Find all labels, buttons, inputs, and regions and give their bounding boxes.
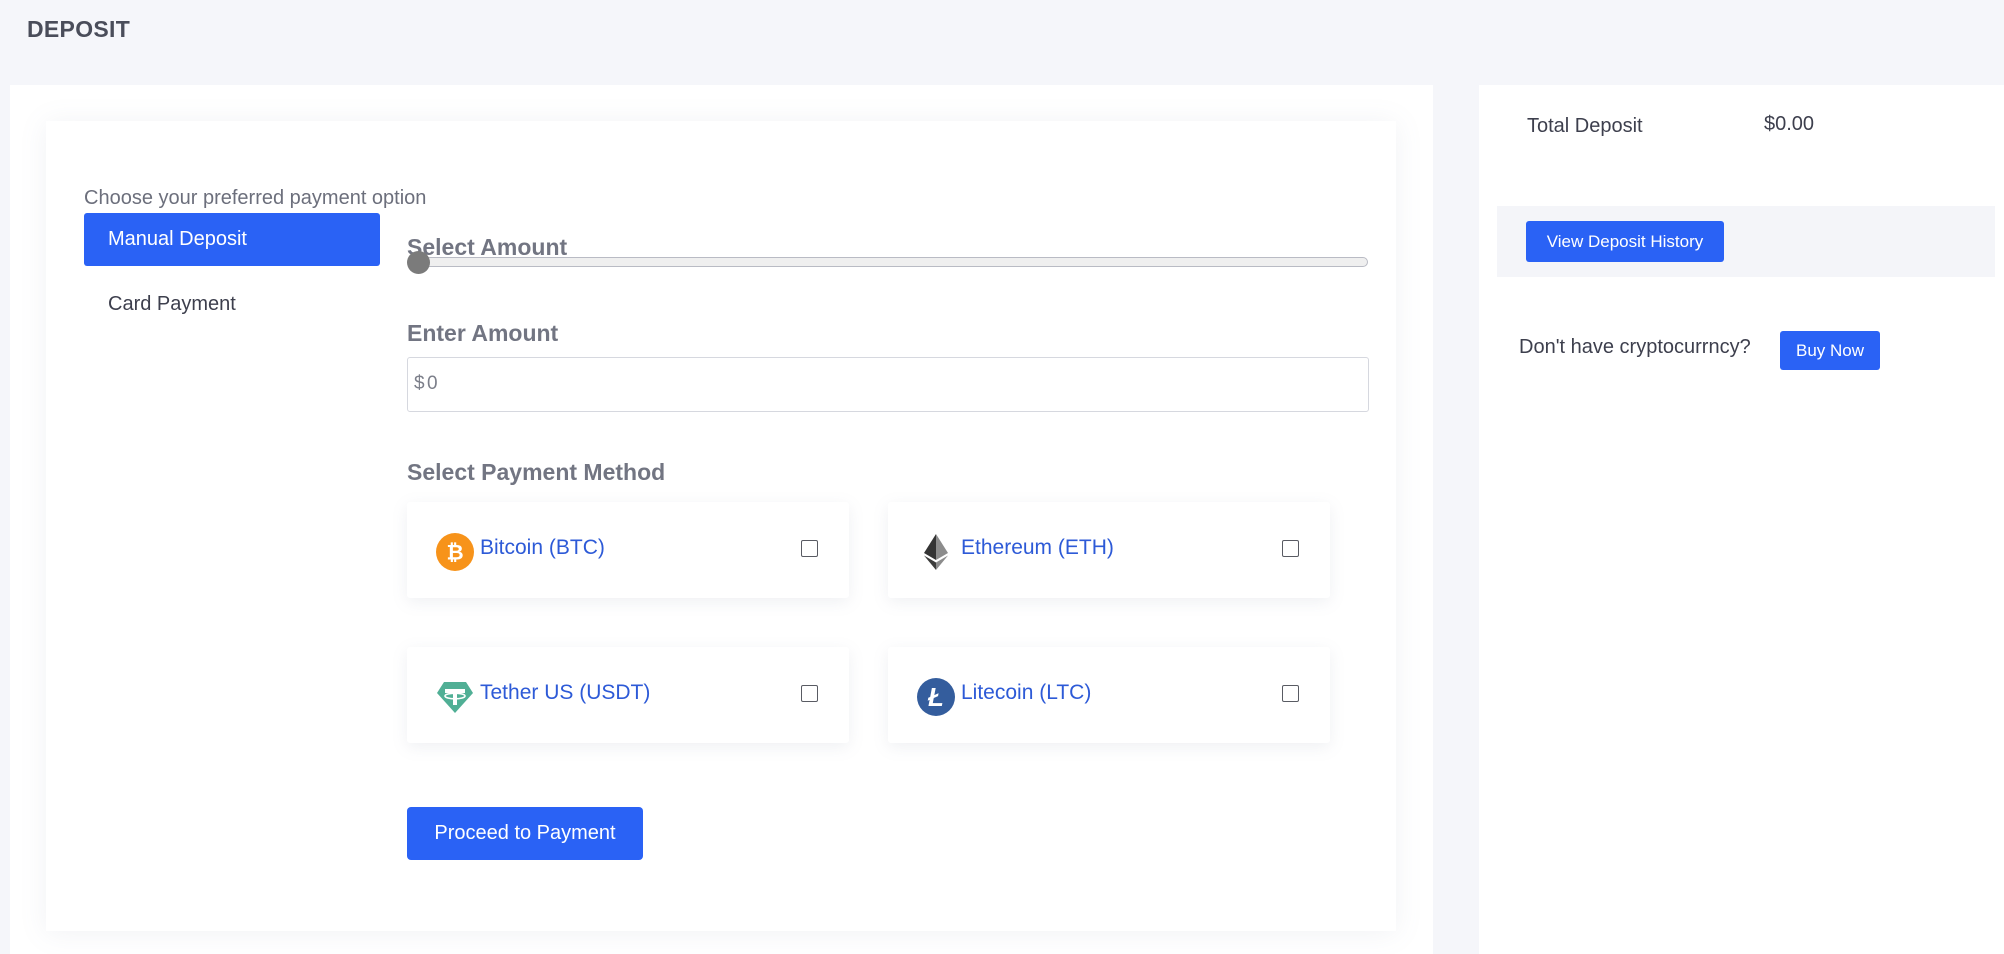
history-bar: View Deposit History [1497,206,1995,277]
currency-prefix: $ [414,373,425,394]
bitcoin-icon: ₿ [436,533,474,571]
method-name: Bitcoin (BTC) [480,536,605,559]
ethereum-checkbox[interactable] [1282,540,1299,557]
litecoin-icon: Ł [917,678,955,716]
deposit-card: Choose your preferred payment option Man… [46,121,1396,931]
ethereum-icon [924,534,948,570]
method-name: Tether US (USDT) [480,681,651,704]
total-deposit-label: Total Deposit [1527,115,1643,137]
method-name: Litecoin (LTC) [961,681,1092,704]
deposit-summary-panel: Total Deposit $0.00 View Deposit History… [1479,85,2004,954]
payment-method-tether[interactable]: Tether US (USDT) [407,647,849,743]
tab-card-payment[interactable]: Card Payment [84,278,380,331]
amount-slider[interactable] [408,257,1368,267]
amount-input[interactable]: $ 0 [407,357,1369,412]
tab-manual-deposit[interactable]: Manual Deposit [84,213,380,266]
amount-slider-thumb[interactable] [407,251,430,274]
svg-text:Ł: Ł [927,682,944,712]
bitcoin-checkbox[interactable] [801,540,818,557]
total-deposit-value: $0.00 [1764,113,1815,135]
litecoin-checkbox[interactable] [1282,685,1299,702]
svg-text:₿: ₿ [446,542,463,565]
enter-amount-label: Enter Amount [407,320,559,346]
page-title: DEPOSIT [27,16,131,42]
buy-now-button[interactable]: Buy Now [1780,331,1880,370]
tether-icon [437,682,473,713]
tether-checkbox[interactable] [801,685,818,702]
payment-option-intro: Choose your preferred payment option [84,187,427,209]
method-name: Ethereum (ETH) [961,536,1114,559]
view-deposit-history-button[interactable]: View Deposit History [1526,221,1724,262]
proceed-to-payment-button[interactable]: Proceed to Payment [407,807,643,860]
payment-method-ethereum[interactable]: Ethereum (ETH) [888,502,1330,598]
payment-method-bitcoin[interactable]: ₿ Bitcoin (BTC) [407,502,849,598]
crypto-prompt-text: Don't have cryptocurrncy? [1519,336,1751,358]
payment-method-label: Select Payment Method [407,459,666,485]
deposit-panel: Choose your preferred payment option Man… [10,85,1433,954]
amount-input-placeholder: 0 [427,373,438,394]
payment-method-litecoin[interactable]: Ł Litecoin (LTC) [888,647,1330,743]
